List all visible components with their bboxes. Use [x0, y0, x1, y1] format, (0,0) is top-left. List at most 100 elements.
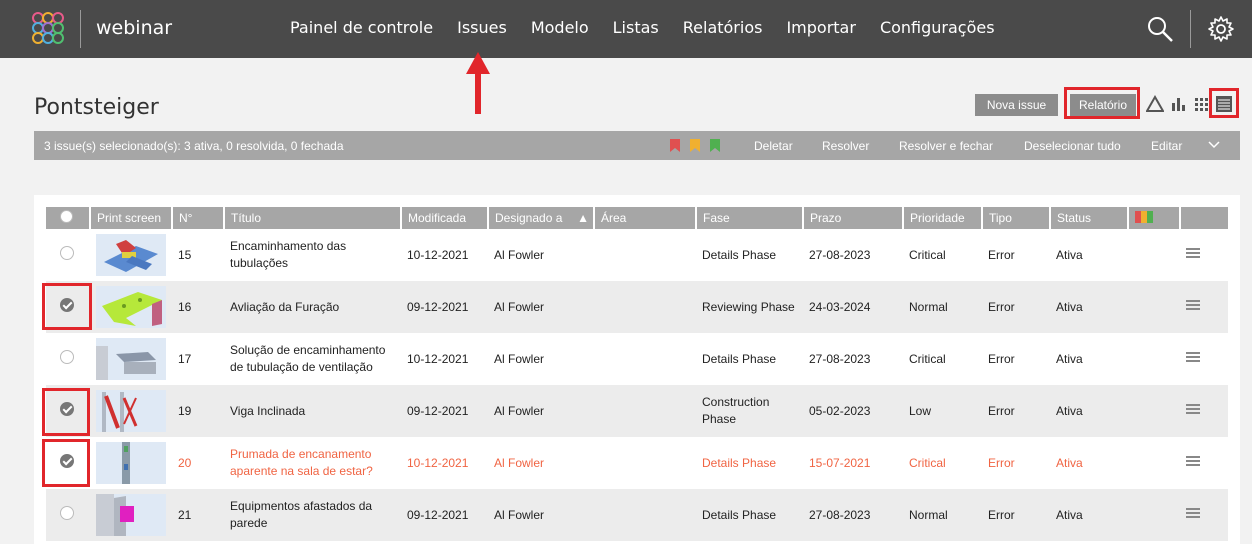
- row-menu-cell[interactable]: [1180, 229, 1228, 281]
- new-issue-button[interactable]: Nova issue: [975, 94, 1058, 116]
- hamburger-menu-icon[interactable]: [1186, 299, 1200, 311]
- row-radio[interactable]: [60, 245, 74, 260]
- header-status[interactable]: Status: [1050, 207, 1129, 229]
- orange-flag-icon[interactable]: [690, 139, 700, 152]
- row-menu-cell[interactable]: [1180, 437, 1228, 489]
- row-radio[interactable]: [60, 505, 74, 520]
- hamburger-menu-icon[interactable]: [1186, 455, 1200, 467]
- header-assignee[interactable]: Designado a ▲: [488, 207, 595, 229]
- chevron-down-icon[interactable]: [1208, 141, 1220, 149]
- nav-item-reports[interactable]: Relatórios: [683, 18, 763, 37]
- app-logo-icon[interactable]: [31, 11, 65, 45]
- header-flags[interactable]: [1128, 207, 1181, 229]
- thumbnail-cell[interactable]: [90, 489, 172, 541]
- issue-flag: [1128, 489, 1180, 541]
- table-row[interactable]: 21 Equipmentos afastados da parede 09-12…: [46, 489, 1228, 541]
- nav-item-settings[interactable]: Configurações: [880, 18, 995, 37]
- header-phase[interactable]: Fase: [696, 207, 804, 229]
- header-due[interactable]: Prazo: [803, 207, 904, 229]
- issue-title[interactable]: Equipmentos afastados da parede: [224, 489, 401, 541]
- select-all-header[interactable]: [46, 207, 91, 229]
- header-number[interactable]: N°: [172, 207, 225, 229]
- green-flag-icon[interactable]: [710, 139, 720, 152]
- thumbnail-cell[interactable]: [90, 333, 172, 385]
- header-area[interactable]: Área: [594, 207, 697, 229]
- issue-thumbnail[interactable]: [96, 442, 166, 484]
- issue-flag: [1128, 385, 1180, 437]
- resolve-action[interactable]: Resolver: [822, 139, 869, 153]
- issues-panel: Print screen N° Título Modificada Design…: [34, 195, 1240, 544]
- hamburger-menu-icon[interactable]: [1186, 507, 1200, 519]
- issue-due: 27-08-2023: [809, 507, 871, 522]
- gear-icon[interactable]: [1207, 15, 1235, 43]
- nav-item-lists[interactable]: Listas: [613, 18, 659, 37]
- issue-type: Error: [988, 351, 1015, 366]
- row-menu-cell[interactable]: [1180, 281, 1228, 333]
- nav-item-model[interactable]: Modelo: [531, 18, 589, 37]
- issue-title[interactable]: Encaminhamento das tubulações: [224, 229, 401, 281]
- header-priority[interactable]: Prioridade: [903, 207, 983, 229]
- nav-item-issues[interactable]: Issues: [457, 18, 507, 37]
- header-print-screen[interactable]: Print screen: [90, 207, 173, 229]
- header-modified[interactable]: Modificada: [401, 207, 489, 229]
- issue-thumbnail[interactable]: [96, 494, 166, 536]
- red-flag-icon[interactable]: [670, 139, 680, 152]
- nav-item-import[interactable]: Importar: [786, 18, 855, 37]
- issue-area: [594, 333, 696, 385]
- issue-phase: Details Phase: [702, 351, 777, 366]
- deselect-all-action[interactable]: Deselecionar tudo: [1024, 139, 1121, 153]
- delete-action[interactable]: Deletar: [754, 139, 793, 153]
- header-actions: [1180, 207, 1228, 229]
- issue-thumbnail[interactable]: [96, 390, 166, 432]
- row-menu-cell[interactable]: [1180, 489, 1228, 541]
- nav-item-dashboard[interactable]: Painel de controle: [290, 18, 433, 37]
- issue-status: Ativa: [1056, 455, 1083, 470]
- header-type[interactable]: Tipo: [982, 207, 1051, 229]
- hamburger-menu-icon[interactable]: [1186, 351, 1200, 363]
- thumbnail-cell[interactable]: [90, 437, 172, 489]
- header-title[interactable]: Título: [224, 207, 402, 229]
- resolve-close-action[interactable]: Resolver e fechar: [899, 139, 993, 153]
- select-all-radio[interactable]: [60, 210, 73, 223]
- issue-priority: Critical: [909, 247, 946, 262]
- row-menu-cell[interactable]: [1180, 385, 1228, 437]
- row-select-cell[interactable]: [46, 229, 90, 281]
- sort-ascending-icon[interactable]: ▲: [577, 211, 589, 225]
- issue-number: 21: [178, 507, 192, 522]
- issue-priority: Normal: [909, 507, 948, 522]
- chart-view-icon[interactable]: [1170, 95, 1188, 113]
- thumbnail-cell[interactable]: [90, 281, 172, 333]
- issue-status: Ativa: [1056, 247, 1083, 262]
- issue-thumbnail[interactable]: [96, 338, 166, 380]
- issue-thumbnail[interactable]: [96, 286, 166, 328]
- issue-priority: Critical: [909, 455, 946, 470]
- table-row[interactable]: 19 Viga Inclinada 09-12-2021 Al Fowler C…: [46, 385, 1228, 437]
- hamburger-menu-icon[interactable]: [1186, 247, 1200, 259]
- row-select-cell[interactable]: [46, 333, 90, 385]
- table-row[interactable]: 15 Encaminhamento das tubulações 10-12-2…: [46, 229, 1228, 281]
- hamburger-menu-icon[interactable]: [1186, 403, 1200, 415]
- issue-title[interactable]: Prumada de encanamento aparente na sala …: [224, 437, 401, 489]
- issue-flag: [1128, 229, 1180, 281]
- issue-due: 05-02-2023: [809, 403, 871, 418]
- issue-title[interactable]: Viga Inclinada: [224, 385, 401, 437]
- warning-view-icon[interactable]: [1146, 95, 1164, 113]
- report-highlight-box: [1064, 87, 1140, 119]
- row-select-cell[interactable]: [46, 489, 90, 541]
- issue-assignee: Al Fowler: [494, 403, 545, 418]
- issue-phase: Construction Phase: [702, 395, 770, 426]
- issue-status: Ativa: [1056, 351, 1083, 366]
- table-row[interactable]: 16 Avliação da Furação 09-12-2021 Al Fow…: [46, 281, 1228, 333]
- issue-title[interactable]: Avliação da Furação: [224, 281, 401, 333]
- search-icon[interactable]: [1146, 15, 1174, 43]
- row-menu-cell[interactable]: [1180, 333, 1228, 385]
- row-radio[interactable]: [60, 349, 74, 364]
- thumbnail-cell[interactable]: [90, 385, 172, 437]
- thumbnail-cell[interactable]: [90, 229, 172, 281]
- issue-area: [594, 281, 696, 333]
- table-row[interactable]: 17 Solução de encaminhamento de tubulaçã…: [46, 333, 1228, 385]
- table-row[interactable]: 20 Prumada de encanamento aparente na sa…: [46, 437, 1228, 489]
- issue-title[interactable]: Solução de encaminhamento de tubulação d…: [224, 333, 401, 385]
- edit-action[interactable]: Editar: [1151, 139, 1182, 153]
- issue-thumbnail[interactable]: [96, 234, 166, 276]
